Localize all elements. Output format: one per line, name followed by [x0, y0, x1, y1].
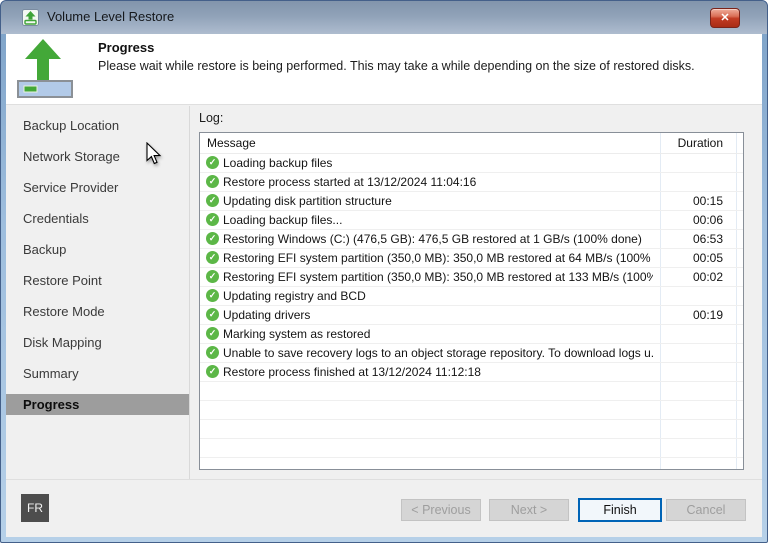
titlebar[interactable]: Volume Level Restore ✕ [1, 1, 767, 34]
success-check-icon [206, 232, 219, 245]
volume-level-restore-dialog: Volume Level Restore ✕ Progress Please w… [0, 0, 768, 543]
log-message: Marking system as restored [223, 325, 653, 344]
success-check-icon [206, 175, 219, 188]
log-row-empty [200, 420, 743, 439]
log-row[interactable]: Updating drivers 00:19 [200, 306, 743, 325]
log-message: Restore process started at 13/12/2024 11… [223, 173, 653, 192]
log-duration: 06:53 [661, 230, 723, 249]
sidebar-item-network-storage[interactable]: Network Storage [6, 146, 189, 167]
log-message: Updating drivers [223, 306, 653, 325]
sidebar-item-backup[interactable]: Backup [6, 239, 189, 260]
log-row[interactable]: Restoring Windows (C:) (476,5 GB): 476,5… [200, 230, 743, 249]
log-message: Restoring EFI system partition (350,0 MB… [223, 249, 653, 268]
wizard-steps: Backup Location Network Storage Service Pr… [6, 106, 190, 479]
wizard-header: Progress Please wait while restore is be… [6, 34, 762, 105]
log-row-empty [200, 401, 743, 420]
log-duration: 00:05 [661, 249, 723, 268]
success-check-icon [206, 251, 219, 264]
previous-button[interactable]: < Previous [401, 499, 481, 521]
close-button[interactable]: ✕ [710, 8, 740, 28]
sidebar-item-restore-point[interactable]: Restore Point [6, 270, 189, 291]
sidebar-item-restore-mode[interactable]: Restore Mode [6, 301, 189, 322]
log-message: Updating disk partition structure [223, 192, 653, 211]
sidebar-item-disk-mapping[interactable]: Disk Mapping [6, 332, 189, 353]
column-header-message[interactable]: Message [207, 133, 256, 154]
log-row[interactable]: Updating disk partition structure 00:15 [200, 192, 743, 211]
log-duration: 00:15 [661, 192, 723, 211]
success-check-icon [206, 289, 219, 302]
success-check-icon [206, 194, 219, 207]
sidebar-item-progress[interactable]: Progress [6, 394, 189, 415]
log-row[interactable]: Loading backup files... 00:06 [200, 211, 743, 230]
next-button[interactable]: Next > [489, 499, 569, 521]
sidebar-item-credentials[interactable]: Credentials [6, 208, 189, 229]
success-check-icon [206, 308, 219, 321]
sidebar-item-service-provider[interactable]: Service Provider [6, 177, 189, 198]
log-row[interactable]: Restore process started at 13/12/2024 11… [200, 173, 743, 192]
column-header-duration[interactable]: Duration [661, 133, 723, 154]
log-row[interactable]: Unable to save recovery logs to an objec… [200, 344, 743, 363]
log-row-empty [200, 458, 743, 470]
step-title: Progress [98, 40, 154, 55]
log-table-header[interactable]: Message Duration [200, 133, 743, 154]
log-duration: 00:19 [661, 306, 723, 325]
language-badge[interactable]: FR [21, 494, 49, 522]
finish-button[interactable]: Finish [578, 498, 662, 522]
log-row[interactable]: Loading backup files [200, 154, 743, 173]
sidebar-item-backup-location[interactable]: Backup Location [6, 115, 189, 136]
progress-content: Log: Message Duration Loading backup fil… [190, 106, 762, 479]
step-description: Please wait while restore is being perfo… [98, 59, 695, 73]
cancel-button[interactable]: Cancel [666, 499, 746, 521]
success-check-icon [206, 346, 219, 359]
window-title: Volume Level Restore [47, 1, 174, 34]
restore-arrow-icon [15, 36, 75, 98]
sidebar-item-summary[interactable]: Summary [6, 363, 189, 384]
log-message: Loading backup files [223, 154, 653, 173]
log-duration: 00:02 [661, 268, 723, 287]
log-row[interactable]: Marking system as restored [200, 325, 743, 344]
log-table[interactable]: Message Duration Loading backup filesRes… [199, 132, 744, 470]
success-check-icon [206, 365, 219, 378]
restore-app-icon [22, 9, 39, 26]
log-row[interactable]: Restoring EFI system partition (350,0 MB… [200, 249, 743, 268]
log-row[interactable]: Updating registry and BCD [200, 287, 743, 306]
log-row-empty [200, 439, 743, 458]
wizard-body: Backup Location Network Storage Service Pr… [6, 106, 762, 479]
success-check-icon [206, 270, 219, 283]
log-rows: Loading backup filesRestore process star… [200, 154, 743, 470]
log-message: Loading backup files... [223, 211, 653, 230]
log-duration: 00:06 [661, 211, 723, 230]
footer: FR < Previous Next > Finish Cancel [6, 479, 762, 537]
log-row-empty [200, 382, 743, 401]
log-label: Log: [199, 111, 223, 125]
log-row[interactable]: Restoring EFI system partition (350,0 MB… [200, 268, 743, 287]
log-message: Unable to save recovery logs to an objec… [223, 344, 653, 363]
success-check-icon [206, 327, 219, 340]
log-message: Restoring EFI system partition (350,0 MB… [223, 268, 653, 287]
success-check-icon [206, 156, 219, 169]
log-row[interactable]: Restore process finished at 13/12/2024 1… [200, 363, 743, 382]
log-message: Restoring Windows (C:) (476,5 GB): 476,5… [223, 230, 653, 249]
log-message: Restore process finished at 13/12/2024 1… [223, 363, 653, 382]
log-message: Updating registry and BCD [223, 287, 653, 306]
success-check-icon [206, 213, 219, 226]
dialog-frame: Progress Please wait while restore is be… [6, 34, 762, 537]
